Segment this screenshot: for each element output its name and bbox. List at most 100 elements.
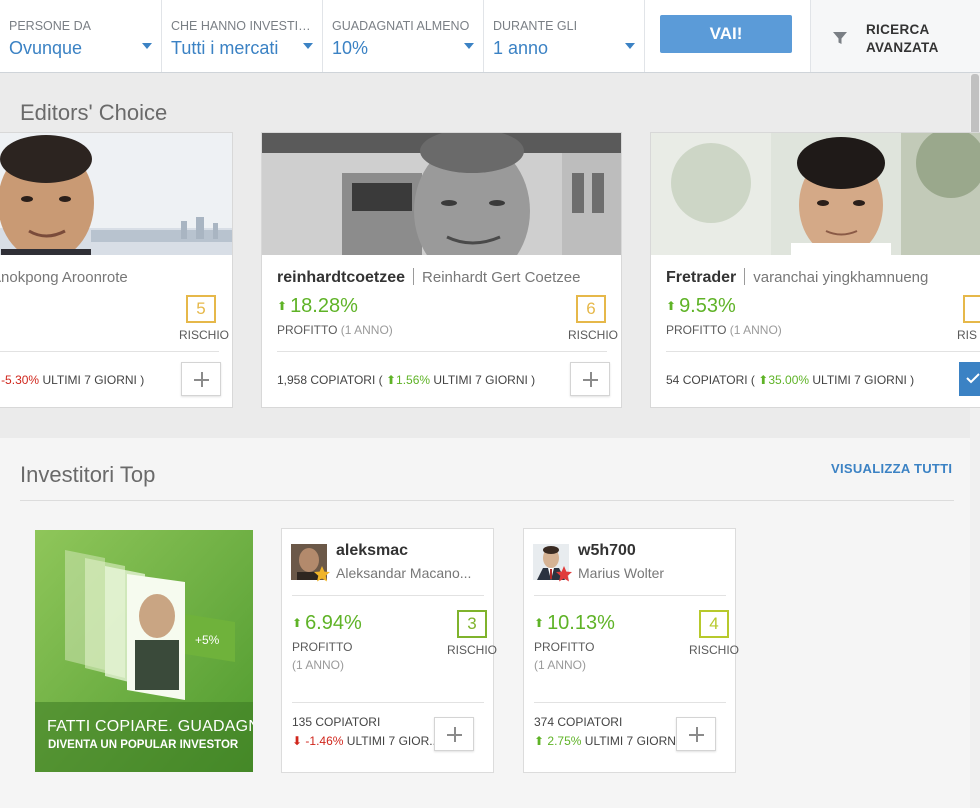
profit-label: PROFITTO (1 ANNO) — [277, 323, 393, 337]
filter-label: CHE HANNO INVESTITO ... — [171, 19, 311, 33]
copiers-count: 374 — [534, 715, 555, 729]
view-all-link[interactable]: VISUALIZZA TUTTI — [831, 461, 952, 476]
top-investor-card[interactable]: w5h700 Marius Wolter ⬆ 10.13% PROFITTO (1… — [523, 528, 740, 773]
investor-photo — [0, 133, 232, 255]
weekly-change: ⬇-5.30% ULTIMI 7 GIORNI ) — [0, 373, 144, 387]
profit-period: (1 ANNO) — [292, 658, 345, 672]
risk-label: RISCHIO — [179, 328, 230, 342]
copiers-stats: 135 COPIATORI — [292, 715, 380, 729]
change-value: -5.30% — [1, 373, 40, 387]
risk-score: 4 — [699, 610, 729, 638]
copy-button[interactable] — [570, 362, 610, 396]
promo-badge: +5% — [195, 633, 220, 647]
copiers-label: COPIATORI — [315, 715, 381, 729]
top-investors-title: Investitori Top — [20, 462, 156, 487]
real-name: Aleksandar Macano... — [336, 565, 472, 581]
profit-value: ⬆ 18.28% — [277, 295, 358, 318]
filter-guadagnati[interactable]: GUADAGNATI ALMENO 10% — [323, 0, 484, 72]
risk-label: RISCHIO — [689, 643, 740, 657]
profit-value: ⬆ 9.53% — [666, 295, 736, 318]
investor-name: reinhardtcoetzee Reinhardt Gert Coetzee — [277, 268, 580, 287]
profit-label: PROFITTO — [292, 640, 353, 654]
weekly-change: ⬆ 2.75% ULTIMI 7 GIORNI — [534, 734, 679, 748]
check-icon — [966, 373, 980, 384]
copy-button-active[interactable] — [959, 362, 980, 396]
username[interactable]: aleksmac — [336, 542, 408, 560]
divider — [534, 595, 726, 596]
investor-name: Anokpong Aroonrote — [0, 269, 128, 286]
editors-choice-card[interactable]: Anokpong Aroonrote 5 RISCHIO ⬇-5.30% ULT… — [0, 132, 233, 408]
copiers-count: 54 — [666, 373, 680, 387]
divider — [20, 500, 954, 501]
profit-number: 6.94% — [305, 612, 362, 634]
copiers-label: COPIATORI ( — [310, 373, 383, 387]
editors-choice-card[interactable]: Fretrader varanchai yingkhamnueng ⬆ 9.53% … — [650, 132, 980, 408]
filter-bar: PERSONE DA Ovunque CHE HANNO INVESTITO .… — [0, 0, 980, 73]
arrow-down-icon: ⬇ — [292, 734, 303, 748]
profit-label: PROFITTO — [534, 640, 595, 654]
editors-choice-card[interactable]: reinhardtcoetzee Reinhardt Gert Coetzee ⬆… — [261, 132, 622, 408]
profit-label: PROFITTO (1 ANNO) — [666, 323, 782, 337]
copy-button[interactable] — [181, 362, 221, 396]
real-name: varanchai yingkhamnueng — [753, 269, 929, 286]
period-label: ULTIMI 7 GIORNI ) — [812, 373, 915, 387]
arrow-up-icon: ⬆ — [666, 299, 677, 313]
filter-value: 1 anno — [493, 38, 549, 58]
risk-score: 3 — [457, 610, 487, 638]
divider — [534, 702, 726, 703]
divider — [277, 351, 607, 352]
chevron-down-icon — [464, 43, 474, 49]
advanced-search-line1: RICERCA — [866, 22, 930, 37]
username[interactable]: w5h700 — [578, 542, 636, 560]
period-label: ULTIMI 7 GIOR... — [346, 734, 440, 748]
advanced-search-button[interactable]: RICERCA AVANZATA — [810, 0, 980, 72]
real-name: Reinhardt Gert Coetzee — [422, 269, 581, 286]
copy-button[interactable] — [676, 717, 716, 751]
period-label: ULTIMI 7 GIORNI ) — [433, 373, 536, 387]
profit-label-text: PROFITTO — [666, 323, 727, 337]
profit-value: ⬆ 6.94% — [292, 612, 362, 635]
arrow-up-icon: ⬆ — [758, 373, 769, 387]
real-name: Marius Wolter — [578, 565, 665, 581]
chevron-down-icon — [625, 43, 635, 49]
scrollbar-thumb[interactable] — [971, 74, 979, 136]
copy-button[interactable] — [434, 717, 474, 751]
profit-label-text: PROFITTO — [277, 323, 338, 337]
investor-photo — [651, 133, 980, 255]
promo-subtitle: DIVENTA UN POPULAR INVESTOR — [48, 739, 239, 751]
promo-title: FATTI COPIARE. GUADAGNA — [47, 718, 253, 735]
username[interactable]: Fretrader — [666, 269, 736, 286]
funnel-icon — [833, 32, 847, 44]
arrow-up-icon: ⬆ — [385, 373, 397, 387]
top-investor-card[interactable]: aleksmac Aleksandar Macano... ⬆ 6.94% PRO… — [281, 528, 497, 773]
filter-label: DURANTE GLI — [493, 19, 578, 33]
profit-number: 18.28% — [290, 295, 358, 317]
risk-score: 5 — [186, 295, 216, 323]
advanced-search-line2: AVANZATA — [866, 40, 939, 55]
risk-score — [963, 295, 980, 323]
period-label: ULTIMI 7 GIORNI — [584, 734, 680, 748]
period-label: ULTIMI 7 GIORNI ) — [42, 373, 145, 387]
risk-label: RIS — [957, 328, 978, 342]
filter-durante[interactable]: DURANTE GLI 1 anno — [484, 0, 645, 72]
filter-value: Ovunque — [9, 38, 83, 58]
arrow-up-icon: ⬆ — [292, 616, 303, 630]
profit-number: 9.53% — [679, 295, 736, 317]
username[interactable]: reinhardtcoetzee — [277, 269, 405, 286]
filter-persone-da[interactable]: PERSONE DA Ovunque — [0, 0, 162, 72]
chevron-down-icon — [303, 43, 313, 49]
filter-mercati[interactable]: CHE HANNO INVESTITO ... Tutti i mercati — [162, 0, 323, 72]
promo-banner[interactable]: +5% FATTI COPIARE. GUADAGNA DIVENTA UN P… — [35, 530, 253, 772]
advanced-search-label: RICERCA AVANZATA — [866, 21, 939, 57]
profit-number: 10.13% — [547, 612, 615, 634]
filter-label: PERSONE DA — [9, 19, 91, 33]
change-value: 35.00% — [768, 373, 810, 387]
divider — [0, 351, 219, 352]
copiers-stats: 374 COPIATORI — [534, 715, 622, 729]
divider — [292, 702, 484, 703]
star-icon — [314, 566, 330, 582]
chevron-down-icon — [142, 43, 152, 49]
profit-period: (1 ANNO) — [729, 323, 782, 337]
star-icon — [556, 566, 572, 582]
go-button[interactable]: VAI! — [660, 15, 792, 53]
